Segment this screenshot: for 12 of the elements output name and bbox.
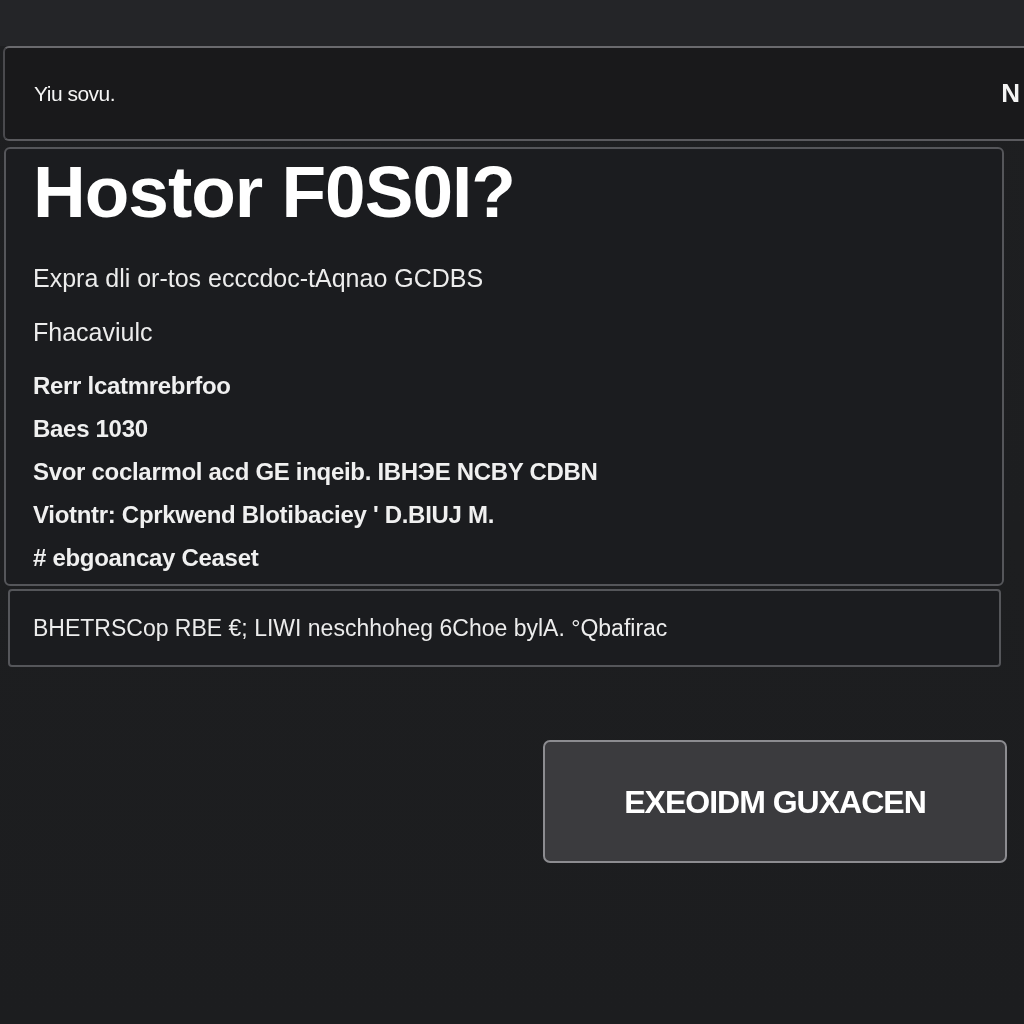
header-letter: N bbox=[1001, 77, 1020, 110]
footer-text: BHETRSCop RBE €; LIWI neschhoheg 6Choe bylA. °Qbafirac bbox=[33, 613, 668, 643]
detail-text: Baes 1030 bbox=[33, 414, 149, 444]
detail-text: Svor coclarmol acd GE inqeib. IBHЭE NCBY CDBN bbox=[33, 457, 599, 487]
detail-text: # ebgoancay Ceaset bbox=[33, 543, 260, 573]
header-text: Yiu sovu. bbox=[34, 80, 116, 107]
detail-text: Rerr lcatmrebrfoo bbox=[33, 371, 232, 401]
detail-text: Viotntr: Cprkwend Blotibaciey ' D.BIUJ M. bbox=[33, 500, 496, 530]
description-text: Fhacaviulc bbox=[33, 317, 154, 348]
panel-title: Hostor F0S0I? bbox=[33, 155, 516, 229]
description-text: Expra dli or-tos ecccdoc-tAqnao GCDBS bbox=[33, 263, 485, 294]
action-button[interactable]: EXEOIDM GUXACEN bbox=[543, 740, 1007, 863]
